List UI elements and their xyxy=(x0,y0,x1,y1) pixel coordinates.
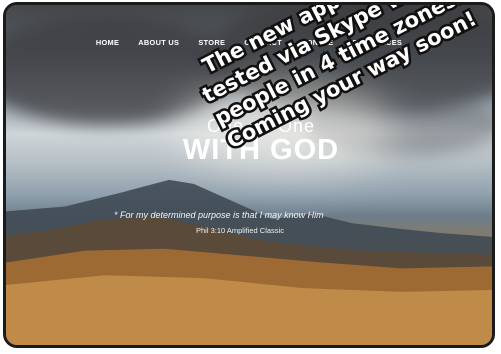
hero-quote: * For my determined purpose is that I ma… xyxy=(114,210,324,220)
nav-home[interactable]: HOME xyxy=(96,38,119,47)
hero-quote-source: Phil 3:10 Amplified Classic xyxy=(196,226,284,235)
nav-about-us[interactable]: ABOUT US xyxy=(138,38,179,47)
screenshot-frame: HOME ABOUT US STORE CONTACT DONATE RESOU… xyxy=(3,2,495,348)
